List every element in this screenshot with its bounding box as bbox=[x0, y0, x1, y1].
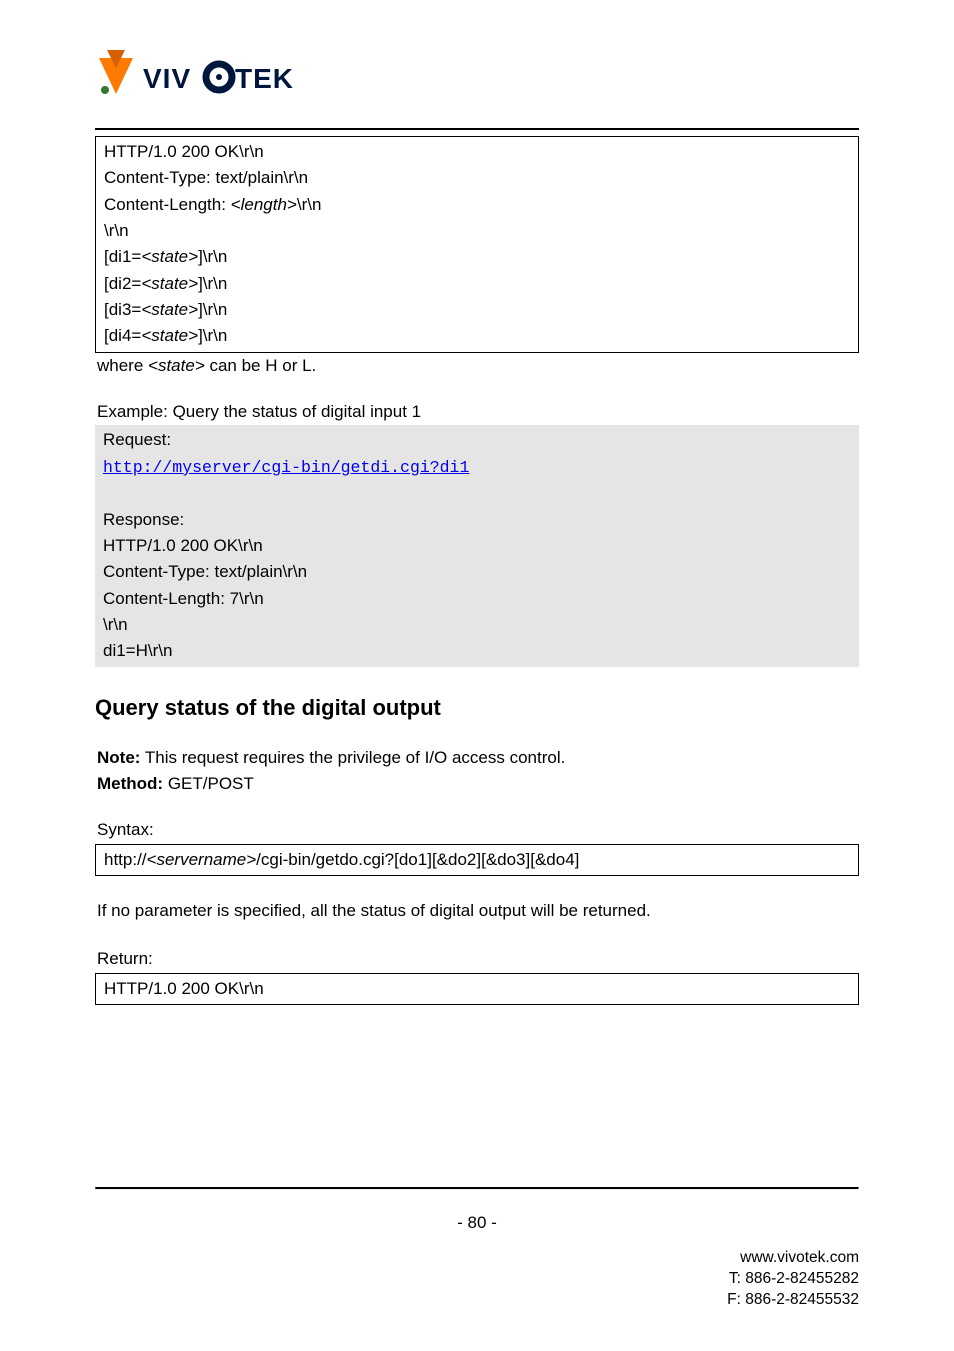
code-line: Content-Length: <length>\r\n bbox=[104, 192, 850, 218]
syntax-label: Syntax: bbox=[95, 817, 859, 843]
request-link[interactable]: http://myserver/cgi-bin/getdi.cgi?di1 bbox=[103, 458, 469, 477]
page-number: - 80 - bbox=[0, 1213, 954, 1233]
code-line: Content-Type: text/plain\r\n bbox=[103, 559, 851, 585]
code-line: [di2=<state>]\r\n bbox=[104, 271, 850, 297]
method-line: Method: GET/POST bbox=[97, 771, 859, 797]
code-line: [di1=<state>]\r\n bbox=[104, 244, 850, 270]
svg-text:TEK: TEK bbox=[235, 63, 294, 94]
code-line: HTTP/1.0 200 OK\r\n bbox=[104, 976, 850, 1002]
syntax-box: http://<servername>/cgi-bin/getdo.cgi?[d… bbox=[95, 844, 859, 876]
footer-contact: www.vivotek.com T: 886-2-82455282 F: 886… bbox=[727, 1248, 859, 1311]
code-line: \r\n bbox=[103, 612, 851, 638]
footer-tel: T: 886-2-82455282 bbox=[727, 1269, 859, 1290]
footer-divider bbox=[95, 1187, 859, 1190]
code-line: Content-Type: text/plain\r\n bbox=[104, 165, 850, 191]
brand-logo: VIV TEK bbox=[95, 50, 859, 104]
state-explanation: where <state> can be H or L. bbox=[95, 353, 859, 379]
code-line: Content-Length: 7\r\n bbox=[103, 586, 851, 612]
footer-fax: F: 886-2-82455532 bbox=[727, 1290, 859, 1311]
header-divider bbox=[95, 128, 859, 130]
response-label: Response: bbox=[103, 507, 851, 533]
section-heading: Query status of the digital output bbox=[95, 695, 859, 721]
page: VIV TEK HTTP/1.0 200 OK\r\n Content-Type… bbox=[0, 0, 954, 1351]
note-line: Note: This request requires the privileg… bbox=[97, 745, 859, 771]
no-param-note: If no parameter is specified, all the st… bbox=[95, 898, 859, 924]
code-line: \r\n bbox=[104, 218, 850, 244]
request-url: http://myserver/cgi-bin/getdi.cgi?di1 bbox=[103, 454, 851, 481]
note-block: Note: This request requires the privileg… bbox=[95, 745, 859, 798]
response-template-box: HTTP/1.0 200 OK\r\n Content-Type: text/p… bbox=[95, 136, 859, 353]
vivotek-logo-icon: VIV TEK bbox=[95, 50, 305, 104]
code-line: [di4=<state>]\r\n bbox=[104, 323, 850, 349]
syntax-line: http://<servername>/cgi-bin/getdo.cgi?[d… bbox=[104, 847, 850, 873]
return-box: HTTP/1.0 200 OK\r\n bbox=[95, 973, 859, 1005]
code-line: HTTP/1.0 200 OK\r\n bbox=[103, 533, 851, 559]
example-block: Request: http://myserver/cgi-bin/getdi.c… bbox=[95, 425, 859, 666]
return-label: Return: bbox=[95, 946, 859, 972]
code-line: di1=H\r\n bbox=[103, 638, 851, 664]
svg-text:VIV: VIV bbox=[143, 63, 191, 94]
request-label: Request: bbox=[103, 427, 851, 453]
code-line: [di3=<state>]\r\n bbox=[104, 297, 850, 323]
blank-line bbox=[103, 480, 851, 506]
code-line: HTTP/1.0 200 OK\r\n bbox=[104, 139, 850, 165]
example-caption: Example: Query the status of digital inp… bbox=[95, 399, 859, 425]
footer-site: www.vivotek.com bbox=[727, 1248, 859, 1269]
